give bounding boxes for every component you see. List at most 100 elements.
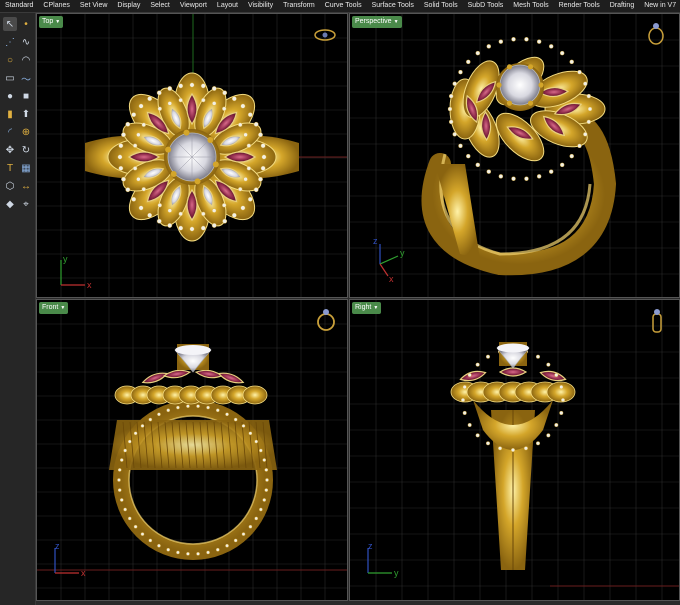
- circle-icon[interactable]: ○: [3, 53, 17, 67]
- tab-transform[interactable]: Transform: [278, 0, 320, 12]
- toolbar-tab-bar: Standard CPlanes Set View Display Select View…: [0, 0, 680, 13]
- pave-diamond: [452, 81, 457, 86]
- viewport-right[interactable]: Right ▼ z y: [349, 299, 680, 601]
- tab-set-view[interactable]: Set View: [75, 0, 113, 12]
- tab-viewport[interactable]: Viewport: [175, 0, 212, 12]
- move-icon[interactable]: ✥: [3, 143, 17, 157]
- ring-view-icon[interactable]: [313, 28, 337, 42]
- pave-diamond: [211, 208, 217, 213]
- pave-diamond: [123, 507, 127, 512]
- ring-view-icon[interactable]: [315, 306, 337, 332]
- pave-diamond: [535, 354, 540, 359]
- axis-indicator: z x: [54, 541, 86, 578]
- gold-petal: [242, 385, 268, 405]
- tab-render-tools[interactable]: Render Tools: [554, 0, 605, 12]
- tab-subd-tools[interactable]: SubD Tools: [463, 0, 509, 12]
- pave-diamond: [549, 169, 554, 174]
- pave-diamond: [259, 448, 263, 453]
- box-icon[interactable]: ■: [19, 89, 33, 103]
- tab-mesh-tools[interactable]: Mesh Tools: [508, 0, 553, 12]
- polyline-icon[interactable]: ∿: [19, 35, 33, 49]
- tab-select[interactable]: Select: [145, 0, 174, 12]
- pave-diamond: [125, 121, 131, 127]
- extrude-icon[interactable]: ⬆: [19, 107, 33, 121]
- select-arrow-icon[interactable]: ↖: [3, 17, 17, 31]
- pave-diamond: [583, 81, 588, 86]
- tab-drafting[interactable]: Drafting: [605, 0, 640, 12]
- viewport-perspective-label[interactable]: Perspective ▼: [352, 16, 402, 28]
- tab-display[interactable]: Display: [112, 0, 145, 12]
- pave-diamond: [178, 97, 183, 103]
- axis-z-label: z: [368, 541, 373, 551]
- pave-diamond: [201, 211, 206, 217]
- pave-diamond: [241, 532, 246, 536]
- line-icon[interactable]: ⋰: [3, 35, 17, 49]
- ring-view-icon[interactable]: [646, 20, 666, 46]
- point-icon[interactable]: •: [19, 17, 33, 31]
- tab-layout[interactable]: Layout: [212, 0, 243, 12]
- dimension-icon[interactable]: ↔: [19, 179, 33, 193]
- render-icon[interactable]: ◆: [3, 197, 17, 211]
- ring-view-icon[interactable]: [648, 306, 666, 334]
- axis-indicator: y x: [60, 254, 92, 290]
- sphere-icon[interactable]: ●: [3, 89, 17, 103]
- pave-diamond: [138, 205, 144, 211]
- viewport-front-label[interactable]: Front ▼: [39, 302, 69, 314]
- pave-diamond: [225, 543, 229, 548]
- array-icon[interactable]: ▦: [19, 161, 33, 175]
- pave-diamond: [524, 176, 529, 181]
- tab-solid-tools[interactable]: Solid Tools: [419, 0, 463, 12]
- prong: [527, 100, 534, 106]
- pave-diamond: [259, 507, 263, 512]
- pave-diamond: [559, 385, 564, 390]
- pave-diamond: [448, 93, 454, 99]
- rectangle-icon[interactable]: ▭: [3, 71, 17, 85]
- pave-diamond: [524, 37, 529, 42]
- pave-diamond: [132, 143, 138, 148]
- pave-diamond: [498, 446, 503, 451]
- pave-diamond: [147, 212, 153, 218]
- viewport-front[interactable]: Front ▼ z x: [36, 299, 348, 601]
- axis-z-label: z: [55, 541, 60, 551]
- viewport-right-label[interactable]: Right ▼: [352, 302, 382, 314]
- prong: [170, 170, 177, 177]
- pave-diamond: [587, 106, 593, 112]
- tab-standard[interactable]: Standard: [0, 0, 38, 12]
- tab-surface-tools[interactable]: Surface Tools: [367, 0, 419, 12]
- analyze-icon[interactable]: ⌖: [19, 197, 33, 211]
- pave-diamond: [569, 59, 574, 65]
- pave-diamond: [511, 37, 516, 42]
- tab-new-in-v7[interactable]: New in V7: [639, 0, 680, 12]
- ruby-marquise: [498, 367, 528, 377]
- ruby-marquise: [539, 370, 567, 382]
- viewport-perspective[interactable]: Perspective ▼ z y x: [349, 13, 680, 298]
- rotate-icon[interactable]: ↻: [19, 143, 33, 157]
- pave-diamond: [460, 397, 465, 402]
- curve-icon[interactable]: 〜: [19, 71, 33, 86]
- pave-diamond: [536, 174, 542, 179]
- pave-diamond: [452, 132, 457, 137]
- pave-diamond: [121, 176, 126, 182]
- axis-y-label: y: [400, 248, 405, 258]
- pave-diamond: [222, 90, 228, 96]
- axis-y-label: y: [394, 568, 399, 578]
- pave-diamond: [240, 103, 246, 109]
- pave-diamond: [486, 169, 491, 174]
- pave-diamond: [475, 162, 481, 168]
- tab-visibility[interactable]: Visibility: [243, 0, 278, 12]
- pave-diamond: [200, 225, 206, 231]
- viewport-top-label[interactable]: Top ▼: [39, 16, 64, 28]
- arc-icon[interactable]: ◠: [19, 53, 33, 67]
- pave-diamond: [241, 424, 246, 428]
- fillet-icon[interactable]: ◜: [3, 125, 17, 139]
- mesh-icon[interactable]: ⬡: [3, 179, 17, 193]
- pave-diamond: [131, 196, 137, 202]
- cylinder-icon[interactable]: ▮: [3, 107, 17, 121]
- tab-curve-tools[interactable]: Curve Tools: [320, 0, 367, 12]
- viewport-top[interactable]: Top ▼ y x: [36, 13, 348, 298]
- prong: [183, 129, 190, 136]
- boolean-icon[interactable]: ⊕: [19, 125, 33, 139]
- text-icon[interactable]: T: [3, 161, 17, 175]
- tab-cplanes[interactable]: CPlanes: [38, 0, 74, 12]
- pave-diamond: [498, 174, 504, 179]
